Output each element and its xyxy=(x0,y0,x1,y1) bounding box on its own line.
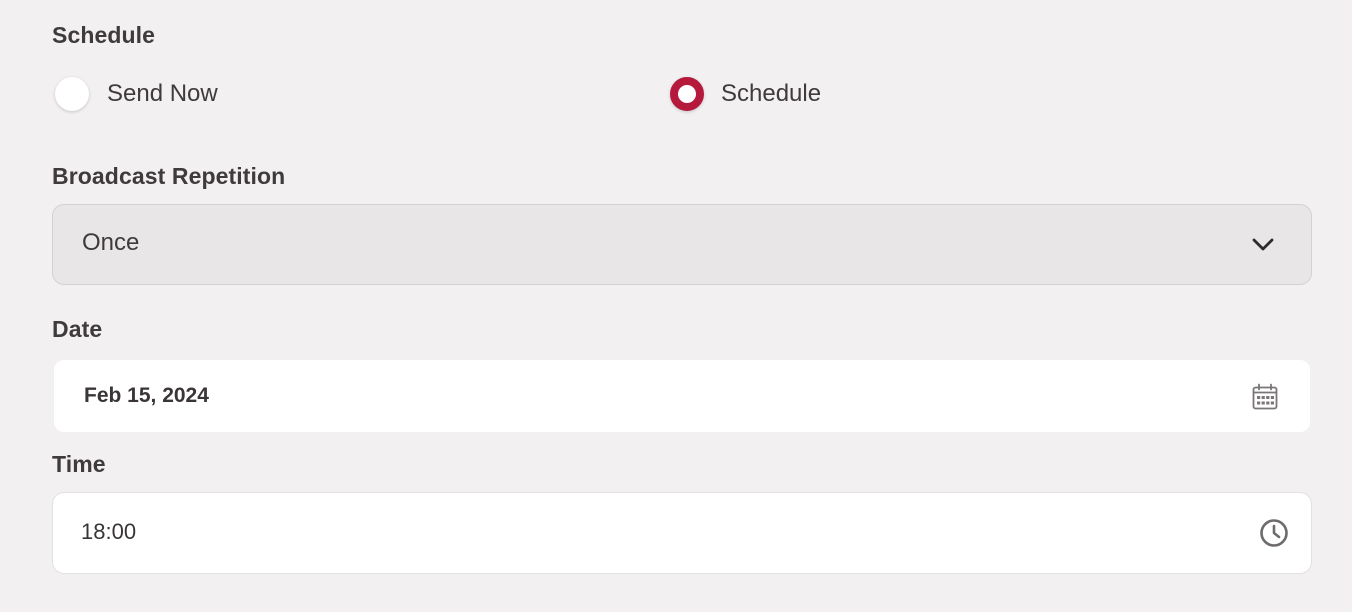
schedule-radio-group: Send Now Schedule xyxy=(52,74,1312,114)
schedule-radio[interactable]: Schedule xyxy=(670,74,821,114)
clock-icon[interactable] xyxy=(1259,518,1289,548)
broadcast-repetition-select[interactable]: Once xyxy=(52,204,1312,285)
schedule-label: Schedule xyxy=(52,22,156,48)
date-label: Date xyxy=(52,316,103,342)
schedule-radio-label[interactable]: Schedule xyxy=(721,80,821,108)
date-value[interactable]: Feb 15, 2024 xyxy=(84,384,209,408)
date-input[interactable]: Feb 15, 2024 xyxy=(52,358,1312,434)
time-label: Time xyxy=(52,451,106,477)
send-now-radio-circle[interactable] xyxy=(55,77,89,111)
send-now-radio[interactable]: Send Now xyxy=(55,74,218,114)
schedule-radio-circle[interactable] xyxy=(670,77,704,111)
chevron-down-icon[interactable] xyxy=(1251,233,1275,257)
time-input[interactable]: 18:00 xyxy=(52,492,1312,574)
calendar-icon[interactable] xyxy=(1250,382,1280,412)
send-now-radio-label[interactable]: Send Now xyxy=(107,80,218,108)
time-value[interactable]: 18:00 xyxy=(81,519,136,545)
broadcast-repetition-value[interactable]: Once xyxy=(82,229,139,257)
broadcast-repetition-label: Broadcast Repetition xyxy=(52,163,286,189)
